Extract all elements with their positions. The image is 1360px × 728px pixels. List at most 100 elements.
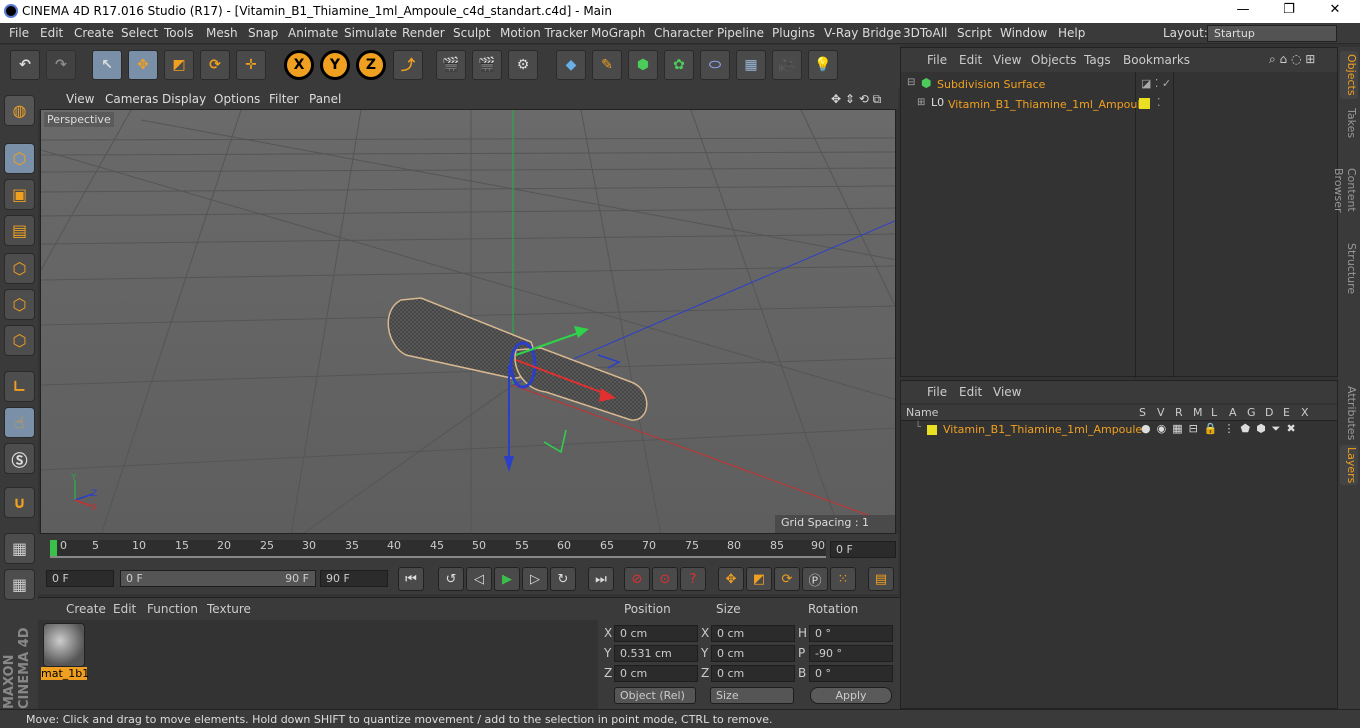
minimize-button[interactable]: — [1220, 2, 1266, 21]
col-l[interactable]: L [1211, 406, 1217, 419]
next-key-icon[interactable]: ↻ [550, 567, 576, 591]
layer-flags-icons[interactable]: ●◉▦⊟🔒⋮⬟⬢⏷✖ [1141, 422, 1302, 436]
visibility-check-icon[interactable]: ◪ ⁚ ✓ [1141, 77, 1171, 90]
array-cloner-icon[interactable]: ✿ [664, 50, 694, 80]
rotation-h-field[interactable]: 0 ° [809, 625, 893, 642]
magnet-icon[interactable]: ∪ [4, 487, 35, 518]
size-x-field[interactable]: 0 cm [711, 625, 795, 642]
pen-spline-icon[interactable]: ✎ [592, 50, 622, 80]
next-frame-icon[interactable]: ▷ [522, 567, 548, 591]
make-editable-icon[interactable]: ◍ [4, 95, 35, 126]
menu-pipeline[interactable]: Pipeline [717, 26, 764, 40]
material-menu-create[interactable]: Create [66, 602, 106, 616]
workplane-mode-icon[interactable]: ▤ [4, 215, 35, 246]
menu-mograph[interactable]: MoGraph [591, 26, 646, 40]
go-to-end-icon[interactable]: ⏭ [588, 567, 614, 591]
key-rotation-icon[interactable]: ⟳ [774, 567, 800, 591]
tab-content-browser[interactable]: Content Browser [1332, 147, 1358, 233]
points-mode-icon[interactable]: ⬡ [4, 253, 35, 284]
go-to-start-icon[interactable]: ⏮ [398, 567, 424, 591]
menu-file[interactable]: File [9, 26, 29, 40]
keyframe-selection-icon[interactable]: ? [680, 567, 706, 591]
menu-animate[interactable]: Animate [288, 26, 338, 40]
floor-scene-icon[interactable]: ▦ [736, 50, 766, 80]
workplane-grid-icon[interactable]: ▦ [4, 569, 35, 600]
tab-takes[interactable]: Takes [1340, 103, 1358, 143]
workplane-lock-icon[interactable]: ▦ [4, 533, 35, 564]
col-r[interactable]: R [1175, 406, 1183, 419]
viewport-menu-options[interactable]: Options [214, 92, 260, 106]
object-row-ampoule[interactable]: ⊞ L0 Vitamin_B1_Thiamine_1ml_Ampoule ⁚ [901, 95, 1337, 114]
material-thumbnail[interactable] [43, 623, 85, 667]
subdivision-surface-icon[interactable]: ⬢ [628, 50, 658, 80]
visibility-dots-icon[interactable]: ⁚ [1157, 96, 1161, 109]
y-axis-lock-icon[interactable]: Y [320, 50, 350, 80]
object-row-subdivision[interactable]: ⊟ ⬢ Subdivision Surface ◪ ⁚ ✓ [901, 75, 1337, 94]
menu-snap[interactable]: Snap [248, 26, 278, 40]
previous-key-icon[interactable]: ↺ [438, 567, 464, 591]
menu-tools[interactable]: Tools [164, 26, 194, 40]
start-frame-field[interactable]: 0 F [46, 570, 114, 587]
render-to-picture-viewer-icon[interactable]: 🎬 [472, 50, 502, 80]
menu-mesh[interactable]: Mesh [206, 26, 238, 40]
tab-structure[interactable]: Structure [1340, 243, 1358, 294]
edges-mode-icon[interactable]: ⬡ [4, 289, 35, 320]
layers-menu-view[interactable]: View [993, 385, 1021, 399]
menu-create[interactable]: Create [74, 26, 114, 40]
layers-menu-edit[interactable]: Edit [959, 385, 982, 399]
viewport-3d[interactable]: Y Z X Perspective Grid Spacing : 1 cm [40, 109, 896, 534]
size-y-field[interactable]: 0 cm [711, 645, 795, 662]
close-button[interactable]: ✕ [1312, 2, 1358, 21]
deformer-icon[interactable]: ⬭ [700, 50, 730, 80]
object-name[interactable]: Subdivision Surface [937, 78, 1045, 91]
tab-layers[interactable]: Layers [1340, 445, 1358, 485]
col-e[interactable]: E [1283, 406, 1290, 419]
position-x-field[interactable]: 0 cm [614, 625, 698, 642]
light-icon[interactable]: 💡 [808, 50, 838, 80]
menu-help[interactable]: Help [1058, 26, 1085, 40]
material-name[interactable]: mat_1b1 [41, 667, 89, 680]
objects-menu-tags[interactable]: Tags [1084, 53, 1111, 67]
size-z-field[interactable]: 0 cm [711, 665, 795, 682]
object-name[interactable]: Vitamin_B1_Thiamine_1ml_Ampoule [948, 98, 1147, 111]
maximize-button[interactable]: ❐ [1266, 2, 1312, 21]
objects-menu-view[interactable]: View [993, 53, 1021, 67]
redo-icon[interactable]: ↷ [46, 50, 76, 80]
col-g[interactable]: G [1247, 406, 1256, 419]
menu-script[interactable]: Script [957, 26, 992, 40]
material-menu-function[interactable]: Function [147, 602, 198, 616]
objects-menu-file[interactable]: File [927, 53, 947, 67]
render-settings-icon[interactable]: ⚙ [508, 50, 538, 80]
col-s[interactable]: S [1139, 406, 1146, 419]
coordinate-mode-select[interactable]: Object (Rel) [614, 687, 696, 704]
expand-icon[interactable]: ⊞ [917, 97, 925, 108]
rotation-p-field[interactable]: -90 ° [809, 645, 893, 662]
key-scale-icon[interactable]: ◩ [746, 567, 772, 591]
menu-simulate[interactable]: Simulate [344, 26, 397, 40]
rotate-tool-icon[interactable]: ⟳ [200, 50, 230, 80]
menu-sculpt[interactable]: Sculpt [453, 26, 490, 40]
menu-select[interactable]: Select [121, 26, 158, 40]
menu-3dtoall[interactable]: 3DToAll [903, 26, 947, 40]
layer-name[interactable]: Vitamin_B1_Thiamine_1ml_Ampoule [943, 423, 1142, 436]
undo-icon[interactable]: ↶ [10, 50, 40, 80]
objects-menu-objects[interactable]: Objects [1031, 53, 1076, 67]
col-v[interactable]: V [1157, 406, 1165, 419]
key-parameter-icon[interactable]: Ⓟ [802, 567, 828, 591]
x-axis-lock-icon[interactable]: X [284, 50, 314, 80]
material-menu-texture[interactable]: Texture [207, 602, 251, 616]
scale-tool-icon[interactable]: ◩ [164, 50, 194, 80]
material-menu-edit[interactable]: Edit [113, 602, 136, 616]
timeline-ruler[interactable]: 0 5 10 15 20 25 30 35 40 45 50 55 60 65 … [38, 534, 898, 564]
apply-button[interactable]: Apply [810, 687, 892, 704]
viewport-menu-filter[interactable]: Filter [269, 92, 299, 106]
menu-plugins[interactable]: Plugins [772, 26, 815, 40]
menu-character[interactable]: Character [654, 26, 713, 40]
play-icon[interactable]: ▶ [494, 567, 520, 591]
col-d[interactable]: D [1265, 406, 1273, 419]
position-y-field[interactable]: 0.531 cm [614, 645, 698, 662]
size-mode-select[interactable]: Size [710, 687, 794, 704]
camera-icon[interactable]: 🎥 [772, 50, 802, 80]
coordinate-system-icon[interactable]: ⤴ [393, 50, 423, 80]
objects-menu-bookmarks[interactable]: Bookmarks [1123, 53, 1190, 67]
